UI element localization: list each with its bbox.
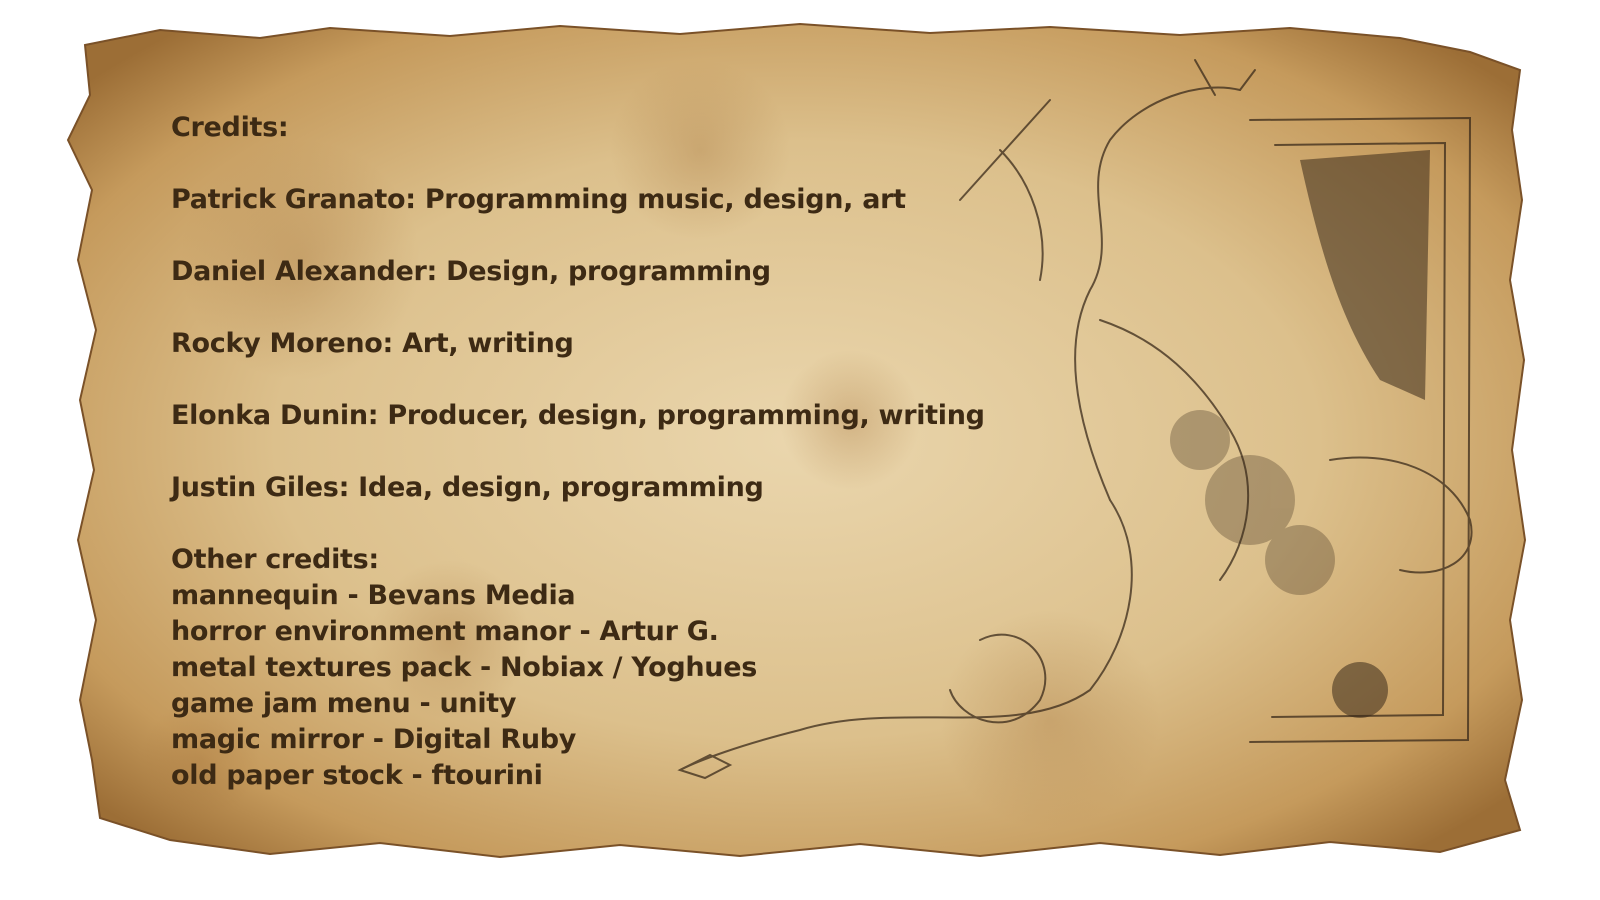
credits-screen: Credits: Patrick Granato: Programming mu…	[0, 0, 1600, 900]
credit-line-team: Rocky Moreno: Art, writing	[171, 328, 574, 359]
credits-text-block: Credits: Patrick Granato: Programming mu…	[171, 110, 985, 794]
credit-line-other: old paper stock - ftourini	[171, 760, 543, 791]
credit-line-other: magic mirror - Digital Ruby	[171, 724, 577, 755]
credit-line-team: Elonka Dunin: Producer, design, programm…	[171, 400, 985, 431]
credit-line-other: metal textures pack - Nobiax / Yoghues	[171, 652, 758, 683]
credits-heading: Credits:	[171, 112, 289, 143]
credit-line-team: Patrick Granato: Programming music, desi…	[171, 184, 906, 215]
credit-line-other: game jam menu - unity	[171, 688, 517, 719]
other-credits-heading: Other credits:	[171, 544, 379, 575]
credit-line-team: Justin Giles: Idea, design, programming	[171, 472, 764, 503]
credit-line-team: Daniel Alexander: Design, programming	[171, 256, 771, 287]
credit-line-other: horror environment manor - Artur G.	[171, 616, 719, 647]
credit-line-other: mannequin - Bevans Media	[171, 580, 576, 611]
